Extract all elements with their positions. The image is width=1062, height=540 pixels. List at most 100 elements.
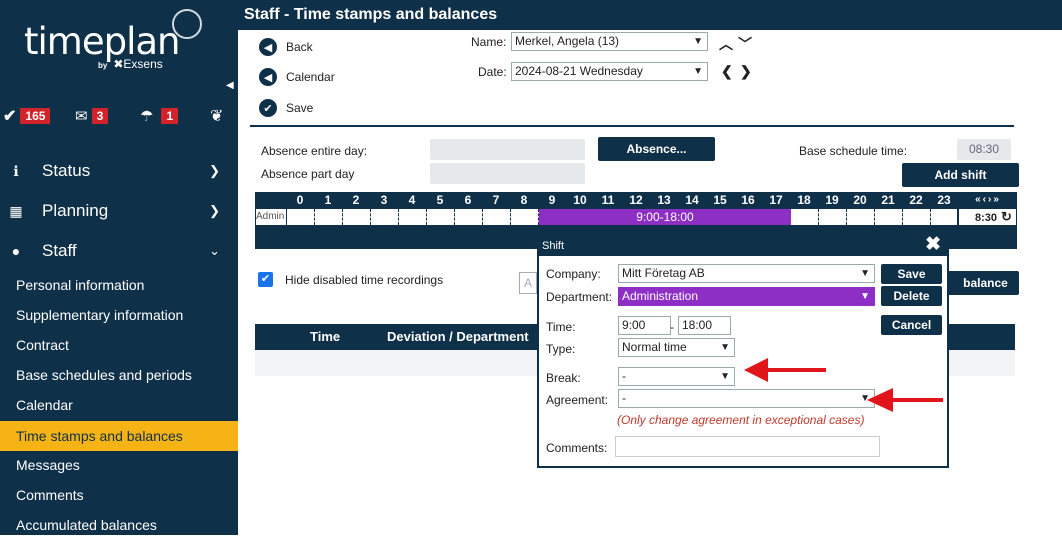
owl-icon[interactable]: ❦ xyxy=(210,106,223,126)
nav-time-stamps[interactable]: Time stamps and balances xyxy=(0,421,238,451)
absence-badge[interactable]: ☂ 1 xyxy=(140,106,179,126)
collapse-sidebar-icon[interactable]: ◀ xyxy=(226,80,234,91)
hour-label: 3 xyxy=(380,193,388,207)
name-select[interactable]: Merkel, Angela (13) ▼ xyxy=(511,32,708,51)
comments-input[interactable] xyxy=(615,436,880,457)
nav-calendar[interactable]: Calendar xyxy=(0,390,238,420)
shift-bar[interactable]: 9:00-18:00 xyxy=(539,209,791,225)
agreement-note: (Only change agreement in exceptional ca… xyxy=(617,413,865,427)
timeplan-logo[interactable]: timeplan by ✖Exsens xyxy=(22,9,207,72)
hour-label: 2 xyxy=(352,193,360,207)
absence-entire-day-label: Absence entire day: xyxy=(261,144,368,158)
nav-accumulated-balances[interactable]: Accumulated balances xyxy=(0,510,238,540)
sidebar: timeplan by ✖Exsens ◀ ✔ 165 ✉ 3 ☂ 1 ❦ ℹ Statu… xyxy=(0,0,238,535)
save-label: Save xyxy=(286,101,314,115)
absence-part-day-field[interactable] xyxy=(430,163,585,184)
dialog-save-button[interactable]: Save xyxy=(881,264,942,284)
col-time: Time xyxy=(310,329,341,344)
messages-badge[interactable]: ✉ 3 xyxy=(75,106,109,126)
date-next-icon[interactable]: ❯ xyxy=(740,63,752,80)
name-label: Name: xyxy=(471,35,507,49)
add-shift-button[interactable]: Add shift xyxy=(902,163,1019,187)
nav-status[interactable]: ℹ Status ❯ xyxy=(0,152,238,190)
hour-cell xyxy=(315,209,343,225)
nav-messages[interactable]: Messages xyxy=(0,450,238,480)
date-select[interactable]: 2024-08-21 Wednesday ▼ xyxy=(511,62,708,81)
nav-staff-label: Staff xyxy=(42,241,77,260)
hide-disabled-checkbox[interactable]: ✔ xyxy=(258,272,273,287)
hour-label: 0 xyxy=(296,193,304,207)
break-value: - xyxy=(622,369,626,383)
check-icon: ✔ xyxy=(259,99,277,117)
nav-comments[interactable]: Comments xyxy=(0,480,238,510)
hide-disabled-label: Hide disabled time recordings xyxy=(285,273,444,287)
nav-staff[interactable]: ● Staff ⌄ xyxy=(0,232,238,270)
timeline-row: Admin 9:00-18:00 8:30 ↻ xyxy=(255,208,1017,226)
agreement-select[interactable]: - ▼ xyxy=(618,389,875,408)
logo-by: by xyxy=(98,61,108,70)
hour-label: 23 xyxy=(937,193,951,207)
hour-label: 9 xyxy=(548,193,556,207)
hour-cell xyxy=(483,209,511,225)
nav-planning[interactable]: ▦ Planning ❯ xyxy=(0,192,238,230)
hour-label: 6 xyxy=(464,193,472,207)
chevron-down-icon: ▼ xyxy=(720,371,730,382)
chevron-down-icon: ▼ xyxy=(693,66,703,77)
dialog-header: Shift ✖ xyxy=(539,235,947,256)
refresh-icon[interactable]: ↻ xyxy=(1001,209,1012,225)
agreement-value: - xyxy=(622,391,626,405)
absence-button[interactable]: Absence... xyxy=(598,137,715,161)
dialog-delete-button[interactable]: Delete xyxy=(881,286,942,306)
hour-label: 8 xyxy=(520,193,528,207)
exsens-icon: ✖ xyxy=(113,57,124,71)
department-select[interactable]: Administration ▼ xyxy=(618,287,875,306)
hour-label: 12 xyxy=(629,193,643,207)
hour-cell xyxy=(455,209,483,225)
nav-status-label: Status xyxy=(42,161,91,180)
red-arrow-icon xyxy=(744,358,826,382)
company-select[interactable]: Mitt Företag AB ▼ xyxy=(618,264,875,283)
date-label: Date: xyxy=(478,65,507,79)
absence-entire-day-field[interactable] xyxy=(430,139,585,160)
base-schedule-value: 08:30 xyxy=(957,139,1011,160)
base-schedule-label: Base schedule time: xyxy=(799,144,908,158)
balance-button[interactable]: balance xyxy=(940,271,1019,295)
col-deviation: Deviation / Department xyxy=(387,329,529,344)
department-value: Administration xyxy=(622,289,699,303)
tasks-badge[interactable]: ✔ 165 xyxy=(3,106,51,126)
check-icon: ✔ xyxy=(3,108,17,125)
time-to-input[interactable]: 18:00 xyxy=(678,316,731,335)
name-down-icon[interactable]: ﹀ xyxy=(738,34,752,54)
timeline-nav-icons[interactable]: «‹›» xyxy=(961,192,1015,208)
hour-cell xyxy=(287,209,315,225)
hidden-button-partial[interactable]: A xyxy=(519,272,537,294)
date-prev-icon[interactable]: ❮ xyxy=(721,63,733,80)
back-button[interactable]: ◀ Back xyxy=(259,38,313,56)
hour-label: 21 xyxy=(881,193,895,207)
type-select[interactable]: Normal time ▼ xyxy=(618,338,735,357)
time-label: Time: xyxy=(546,320,576,334)
hour-cell xyxy=(511,209,539,225)
calendar-button[interactable]: ◀ Calendar xyxy=(259,68,335,86)
company-label: Company: xyxy=(546,267,601,281)
dialog-title: Shift xyxy=(542,240,565,252)
nav-contract[interactable]: Contract xyxy=(0,330,238,360)
time-from-input[interactable]: 9:00 xyxy=(618,316,671,335)
close-icon[interactable]: ✖ xyxy=(925,235,941,255)
nav-base-schedules[interactable]: Base schedules and periods xyxy=(0,360,238,390)
chevron-down-icon: ▼ xyxy=(860,291,870,302)
break-select[interactable]: - ▼ xyxy=(618,367,735,386)
hour-cell xyxy=(819,209,847,225)
hour-label: 22 xyxy=(909,193,923,207)
hour-label: 4 xyxy=(408,193,416,207)
absence-count: 1 xyxy=(161,108,179,124)
dialog-cancel-button[interactable]: Cancel xyxy=(881,315,942,335)
nav-personal-information[interactable]: Personal information xyxy=(0,270,238,300)
calendar-icon: ▦ xyxy=(9,202,23,219)
back-label: Back xyxy=(286,40,313,54)
save-button[interactable]: ✔ Save xyxy=(259,99,313,117)
hour-cell xyxy=(875,209,903,225)
name-up-icon[interactable]: ︿ xyxy=(719,34,733,54)
hour-label: 5 xyxy=(436,193,444,207)
nav-supplementary-information[interactable]: Supplementary information xyxy=(0,300,238,330)
